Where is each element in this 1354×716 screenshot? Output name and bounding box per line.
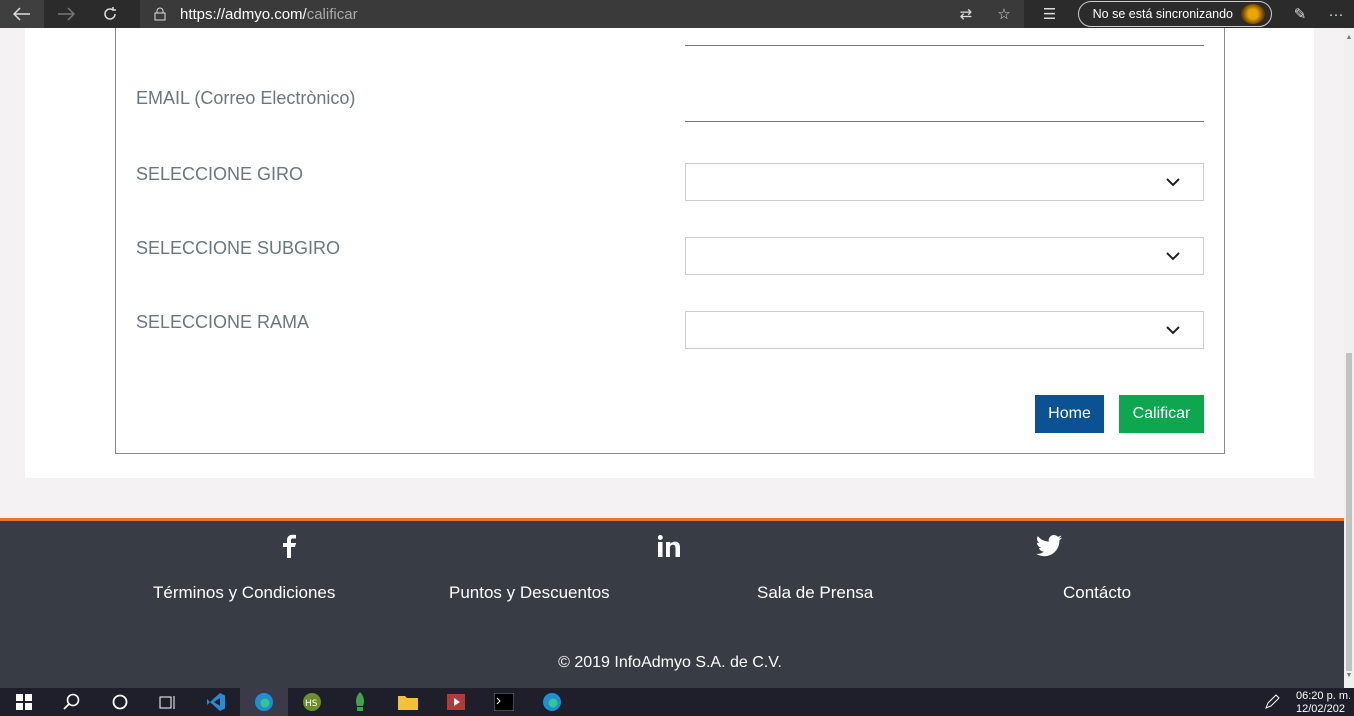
page-scrollbar[interactable]: ▲ ▼	[1344, 28, 1354, 688]
cortana-icon[interactable]	[96, 688, 144, 716]
calificar-button[interactable]: Calificar	[1119, 395, 1204, 433]
chevron-down-icon	[1166, 178, 1180, 187]
scroll-up-arrow-icon[interactable]: ▲	[1344, 34, 1354, 46]
terminal-app-icon[interactable]	[480, 688, 528, 716]
url-host: https://admyo.com/	[180, 5, 307, 23]
refresh-button[interactable]	[88, 0, 132, 28]
clock-date: 12/02/202	[1296, 703, 1345, 715]
rama-select[interactable]	[685, 311, 1204, 349]
feedback-icon[interactable]: ✎	[1282, 5, 1318, 23]
chevron-down-icon	[1166, 252, 1180, 261]
favorites-list-icon[interactable]: ☰	[1032, 5, 1068, 23]
video-app-icon[interactable]	[432, 688, 480, 716]
profile-avatar	[1241, 4, 1265, 24]
scroll-down-arrow-icon[interactable]: ▼	[1344, 672, 1354, 684]
svg-text:HS: HS	[305, 699, 318, 709]
clock-time: 06:20 p. m.	[1296, 690, 1352, 702]
giro-label: SELECCIONE GIRO	[136, 164, 304, 184]
facebook-icon[interactable]	[274, 531, 304, 561]
vscode-app-icon[interactable]	[192, 688, 240, 716]
home-button[interactable]: Home	[1035, 395, 1104, 433]
subgiro-label: SELECCIONE SUBGIRO	[136, 238, 341, 258]
footer-link-terms[interactable]: Términos y Condiciones	[153, 583, 335, 603]
windows-taskbar: HS 06:20 p. m. 12/02/202	[0, 688, 1354, 716]
subgiro-select[interactable]	[685, 237, 1204, 275]
chevron-down-icon	[1166, 326, 1180, 335]
back-button[interactable]	[0, 0, 44, 28]
sync-label: No se está sincronizando	[1092, 7, 1233, 21]
footer-link-contact[interactable]: Contácto	[1063, 583, 1131, 603]
email-label: EMAIL (Correo Electrònico)	[136, 88, 356, 108]
translate-icon[interactable]: ⇄	[948, 5, 984, 23]
sync-status-button[interactable]: No se está sincronizando	[1077, 1, 1272, 27]
scroll-thumb[interactable]	[1346, 353, 1352, 671]
linkedin-icon[interactable]	[654, 531, 684, 561]
hs-app-icon[interactable]: HS	[288, 688, 336, 716]
more-menu-icon[interactable]: ···	[1318, 6, 1354, 23]
pen-icon[interactable]	[1248, 688, 1296, 716]
edge-app-icon[interactable]	[240, 688, 288, 716]
system-clock[interactable]: 06:20 p. m. 12/02/202	[1296, 690, 1354, 716]
giro-select[interactable]	[685, 163, 1204, 201]
rama-label: SELECCIONE RAMA	[136, 312, 310, 332]
favorite-star-icon[interactable]: ☆	[986, 5, 1022, 23]
browser-toolbar: https://admyo.com/calificar ⇄ ☆ ☰ No se …	[0, 0, 1354, 28]
footer-link-points[interactable]: Puntos y Descuentos	[449, 583, 610, 603]
site-footer: Términos y Condiciones Puntos y Descuent…	[0, 518, 1344, 688]
lock-icon	[140, 7, 180, 21]
rocket-app-icon[interactable]	[336, 688, 384, 716]
address-bar[interactable]: https://admyo.com/calificar ⇄ ☆	[140, 0, 1024, 28]
url-text: https://admyo.com/calificar	[180, 6, 358, 23]
search-icon[interactable]	[48, 688, 96, 716]
copyright-text: © 2019 InfoAdmyo S.A. de C.V.	[558, 654, 782, 671]
email-field[interactable]	[685, 121, 1204, 122]
task-view-icon[interactable]	[144, 688, 192, 716]
footer-link-press[interactable]: Sala de Prensa	[757, 583, 873, 603]
edge-app-icon-2[interactable]	[528, 688, 576, 716]
windows-start-icon[interactable]	[0, 688, 48, 716]
url-path: calificar	[306, 5, 358, 23]
forward-button[interactable]	[44, 0, 88, 28]
twitter-icon[interactable]	[1034, 531, 1064, 561]
file-explorer-icon[interactable]	[384, 688, 432, 716]
previous-field-underline[interactable]	[685, 45, 1204, 46]
